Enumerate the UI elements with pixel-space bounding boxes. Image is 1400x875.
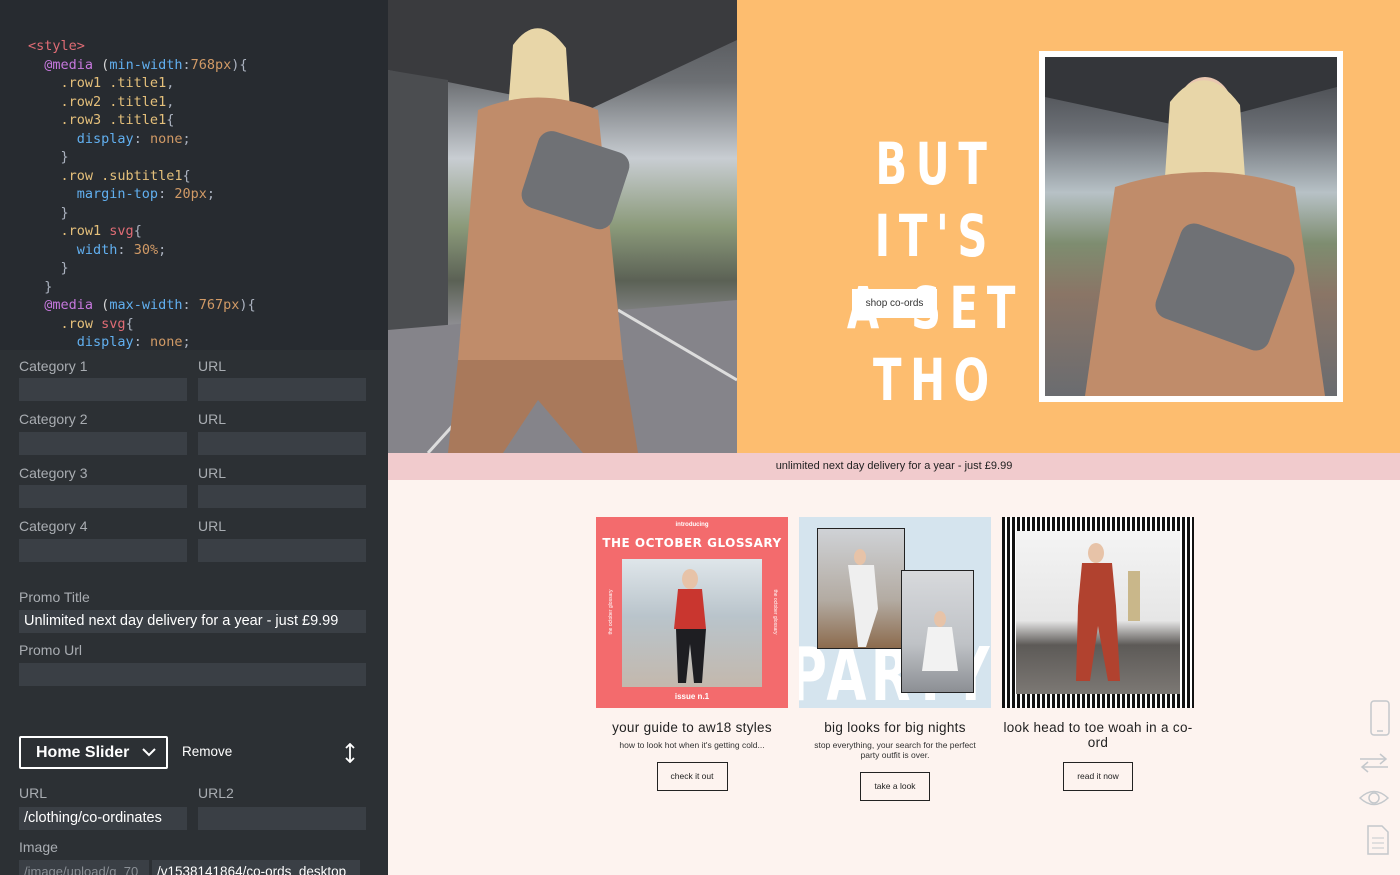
code-line: .row3 .title1{ xyxy=(60,112,175,128)
code-line: width: 30%; xyxy=(76,241,167,258)
code-line: } xyxy=(44,278,53,295)
hero-framed-photo xyxy=(1039,51,1343,402)
card-1-subtitle: how to look hot when it's getting cold..… xyxy=(619,740,765,750)
code-line: .row .subtitle1{ xyxy=(60,167,191,184)
category-1-label: Category 1 xyxy=(19,358,88,374)
code-editor[interactable]: <style> @media (min-width:768px){ .row1 … xyxy=(0,0,388,350)
check-it-out-button[interactable]: check it out xyxy=(656,762,728,791)
shop-co-ords-button[interactable]: shop co-ords xyxy=(852,289,937,318)
card-2-subtitle: stop everything, your search for the per… xyxy=(814,740,976,760)
card-3-image[interactable] xyxy=(1002,517,1194,708)
slider-type-select[interactable]: Home Slider xyxy=(19,736,168,769)
image-path-input[interactable]: /v1538141864/co-ords_desktop xyxy=(152,860,360,875)
card-1-footer: issue n.1 xyxy=(674,692,710,701)
card-1-side-right: the october glossary xyxy=(772,589,778,635)
reorder-icon[interactable] xyxy=(343,743,357,763)
code-line: display: none; xyxy=(76,334,191,350)
slider-url-input[interactable]: /clothing/co-ordinates xyxy=(19,807,187,830)
code-line: } xyxy=(60,149,69,165)
code-line: .row1 svg{ xyxy=(60,223,142,239)
category-3-input[interactable] xyxy=(19,485,187,508)
card-1-title[interactable]: your guide to aw18 styles xyxy=(596,720,788,735)
hero-headline: BUT IT'S A SET THO xyxy=(820,128,1050,416)
slider-image-label: Image xyxy=(19,839,58,855)
eye-icon[interactable] xyxy=(1356,787,1392,809)
category-4-input[interactable] xyxy=(19,539,187,562)
hero-model-closeup xyxy=(1045,57,1337,396)
code-line: @media (max-width: 767px){ xyxy=(44,297,256,313)
code-line: } xyxy=(60,204,69,221)
promo-title-label: Promo Title xyxy=(19,589,90,605)
hero-headline-line-1: BUT IT'S xyxy=(874,130,997,270)
category-1-url-label: URL xyxy=(198,358,227,374)
code-line: .row1 .title1, xyxy=(60,75,175,91)
hero-photo xyxy=(388,0,737,453)
hero-model-image xyxy=(388,0,737,453)
category-4-url-label: URL xyxy=(198,518,227,534)
card-2-photo-2 xyxy=(901,570,974,693)
code-line: <style> xyxy=(28,38,85,54)
article-card-3: look head to toe woah in a co-ord read i… xyxy=(1002,517,1194,791)
code-line: margin-top: 20px; xyxy=(76,186,215,202)
category-3-url-label: URL xyxy=(198,465,227,481)
take-a-look-button[interactable]: take a look xyxy=(860,772,930,801)
promo-bar[interactable]: unlimited next day delivery for a year -… xyxy=(388,453,1400,480)
promo-url-label: Promo Url xyxy=(19,642,83,658)
chevron-down-icon xyxy=(142,748,156,757)
card-2-image[interactable]: PARTY xyxy=(799,517,991,708)
card-2-title[interactable]: big looks for big nights xyxy=(799,720,991,735)
card-1-image[interactable]: introducing THE OCTOBER GLOSSARY issue n… xyxy=(596,517,788,708)
category-4-label: Category 4 xyxy=(19,518,88,534)
code-line: .row svg{ xyxy=(60,315,134,332)
document-icon[interactable] xyxy=(1360,825,1396,855)
card-2-photo-1 xyxy=(817,528,905,649)
read-it-now-button[interactable]: read it now xyxy=(1063,762,1133,791)
code-line: @media (min-width:768px){ xyxy=(44,56,248,73)
category-2-input[interactable] xyxy=(19,432,187,455)
category-1-input[interactable] xyxy=(19,378,187,401)
mobile-icon[interactable] xyxy=(1362,700,1398,736)
remove-slider-link[interactable]: Remove xyxy=(182,744,232,759)
promo-title-input[interactable]: Unlimited next day delivery for a year -… xyxy=(19,610,366,633)
slider-url2-label: URL2 xyxy=(198,785,234,801)
slider-url-label: URL xyxy=(19,785,48,801)
card-1-heading: THE OCTOBER GLOSSARY xyxy=(602,536,782,550)
image-prefix-input[interactable]: /image/upload/q_70 xyxy=(19,860,149,875)
category-2-url-input[interactable] xyxy=(198,432,366,455)
article-card-1: introducing THE OCTOBER GLOSSARY issue n… xyxy=(596,517,788,791)
site-preview: BUT IT'S A SET THO shop co-ords unlimite… xyxy=(388,0,1400,875)
hero-panel: BUT IT'S A SET THO shop co-ords xyxy=(737,0,1400,453)
category-3-label: Category 3 xyxy=(19,465,88,481)
swap-icon[interactable] xyxy=(1356,752,1392,774)
promo-url-input[interactable] xyxy=(19,663,366,686)
card-3-photo xyxy=(1016,531,1180,694)
slider-type-value: Home Slider xyxy=(36,744,130,761)
card-1-side-left: the october glossary xyxy=(608,589,614,635)
card-3-title[interactable]: look head to toe woah in a co-ord xyxy=(1002,720,1194,750)
category-2-url-label: URL xyxy=(198,411,227,427)
code-line: .row2 .title1, xyxy=(60,93,175,110)
category-4-url-input[interactable] xyxy=(198,539,366,562)
card-1-kicker: introducing xyxy=(675,522,709,528)
code-line: display: none; xyxy=(76,130,191,147)
editor-panel: <style> @media (min-width:768px){ .row1 … xyxy=(0,0,388,875)
category-3-url-input[interactable] xyxy=(198,485,366,508)
code-line: } xyxy=(60,260,69,276)
article-card-2: PARTY big looks for big nights stop ever… xyxy=(799,517,991,801)
card-1-photo xyxy=(622,559,762,687)
category-1-url-input[interactable] xyxy=(198,378,366,401)
slider-url2-input[interactable] xyxy=(198,807,366,830)
category-2-label: Category 2 xyxy=(19,411,88,427)
